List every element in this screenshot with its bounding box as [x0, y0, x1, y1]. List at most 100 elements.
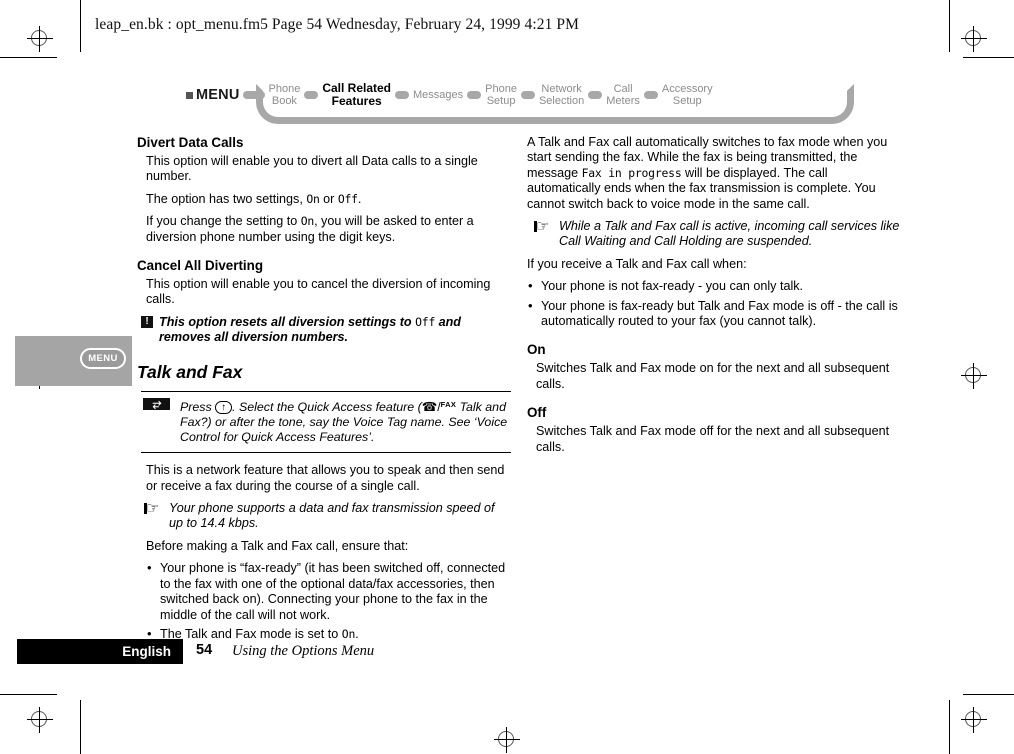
nav-connector-icon [520, 91, 535, 99]
talkfax-requirements-list: Your phone is “fax-ready” (it has been s… [137, 560, 511, 642]
right-text-column: A Talk and Fax call automatically switch… [527, 135, 901, 462]
menu-key-button[interactable]: MENU [80, 348, 126, 369]
nav-item-accessory-setup[interactable]: Accessory Setup [661, 83, 714, 108]
divert-p2-text-a: The option has two settings, [146, 191, 307, 206]
nav-item-phone-setup[interactable]: Phone Setup [484, 83, 518, 108]
lcd-value-fax-in-progress: Fax in progress [581, 165, 682, 180]
lcd-value-on: On [306, 191, 320, 206]
nav-item-phone-book[interactable]: Phone Book [268, 83, 302, 108]
lcd-value-off: Off [337, 191, 358, 206]
warning-note-cancel-diverting: ! This option resets all diversion setti… [137, 315, 511, 346]
list-item: Your phone is “fax-ready” (it has been s… [146, 560, 511, 623]
crop-mark-top-left-vertical [80, 0, 81, 52]
nav-item-call-related-line2: Features [331, 94, 382, 108]
nav-item-phone-setup-line1: Phone [485, 82, 517, 95]
nav-menu-root-label: MENU [186, 87, 240, 103]
heading-talk-and-fax: Talk and Fax [137, 361, 243, 382]
list-item-text: Your phone is “fax-ready” (it has been s… [160, 561, 506, 622]
crop-mark-top-right-vertical [949, 0, 950, 52]
note-incoming-call-services-text: While a Talk and Fax call is active, inc… [559, 219, 900, 249]
lcd-value-on: On [341, 626, 356, 641]
crop-mark-bottom-right-horizontal [963, 694, 1014, 695]
nav-item-network-selection[interactable]: Network Selection [538, 83, 585, 108]
cancel-paragraph-1: This option will enable you to cancel th… [146, 277, 491, 307]
side-margin-tab: MENU [15, 336, 132, 386]
receive-conditions-list: Your phone is not fax-ready - you can on… [527, 278, 901, 330]
registration-mark-middle-right [961, 363, 987, 389]
left-text-column: Divert Data Calls This option will enabl… [137, 135, 511, 648]
nav-item-network-selection-line2: Selection [538, 95, 585, 107]
crop-mark-bottom-left-vertical [80, 700, 81, 754]
divert-paragraph-2: The option has two settings, On or Off. [137, 192, 511, 207]
exclamation-warning-icon: ! [141, 315, 153, 328]
zigzag-lightning-icon: ⥂ [143, 397, 170, 410]
phone-handset-icon: ☎ [421, 399, 438, 414]
nav-item-accessory-setup-line2: Setup [672, 95, 702, 107]
nav-item-call-meters[interactable]: Call Meters [605, 83, 641, 108]
note-transmission-speed: ☞ Your phone supports a data and fax tra… [137, 501, 511, 532]
nav-item-accessory-setup-line1: Accessory [661, 82, 713, 95]
divert-paragraph-3: If you change the setting to On, you wil… [137, 214, 511, 245]
quick-access-inner: ⥂ Press ↑. Select the Quick Access featu… [141, 397, 511, 446]
nav-connector-icon [304, 91, 319, 99]
talkfax-paragraph-2: Before making a Talk and Fax call, ensur… [146, 538, 409, 553]
list-item-text: Your phone is not fax-ready - you can on… [541, 279, 804, 294]
right-paragraph-1: A Talk and Fax call automatically switch… [527, 135, 901, 212]
right-paragraph-2: If you receive a Talk and Fax call when: [527, 256, 747, 271]
divert-paragraph-1: This option will enable you to divert al… [146, 154, 478, 184]
divert-p2-text-c: . [357, 191, 362, 206]
nav-items: MENU Phone Book Call Related Features Me… [186, 78, 854, 112]
footer-section-title: Using the Options Menu [232, 643, 375, 659]
quick-access-voice-box: ⥂ Press ↑. Select the Quick Access featu… [141, 390, 511, 454]
registration-mark-bottom-right [961, 707, 987, 733]
list-item-text-a: The Talk and Fax mode is set to [160, 626, 342, 641]
up-arrow-keycap-icon: ↑ [215, 400, 233, 414]
qa-text-b: . Select the Quick Access feature ( [232, 399, 422, 414]
menu-navigation-bar: MENU Phone Book Call Related Features Me… [186, 78, 854, 126]
nav-item-network-selection-line1: Network [541, 82, 582, 95]
lcd-value-off: Off [415, 314, 436, 329]
footer-language-label: English [122, 644, 171, 659]
on-description: Switches Talk and Fax mode on for the ne… [536, 361, 890, 391]
nav-item-phone-book-line2: Book [271, 95, 297, 107]
list-item: Your phone is not fax-ready - you can on… [527, 278, 901, 294]
registration-mark-bottom-left [27, 707, 53, 733]
heading-off: Off [527, 405, 547, 421]
list-item: The Talk and Fax mode is set to On. [146, 626, 511, 642]
pointing-hand-icon: ☞ [534, 218, 550, 236]
registration-mark-bottom-center [494, 727, 520, 753]
qa-text-a: Press [180, 399, 216, 414]
off-description: Switches Talk and Fax mode off for the n… [536, 424, 890, 454]
nav-connector-icon [643, 91, 658, 99]
nav-item-phone-setup-line2: Setup [486, 95, 516, 107]
nav-connector-icon [588, 91, 603, 99]
nav-item-call-meters-line1: Call [613, 82, 633, 95]
heading-divert-data-calls: Divert Data Calls [137, 135, 244, 150]
crop-mark-top-right-horizontal [963, 57, 1014, 58]
divert-p3-text-a: If you change the setting to [146, 214, 301, 229]
square-bullet-icon [186, 91, 193, 99]
nav-item-messages[interactable]: Messages [412, 89, 464, 102]
footer-page-number: 54 [196, 642, 213, 658]
nav-item-call-related-line1: Call Related [322, 80, 392, 95]
nav-item-call-meters-line2: Meters [606, 95, 640, 107]
registration-mark-top-right [961, 26, 987, 52]
pointing-hand-icon: ☞ [144, 500, 160, 518]
crop-mark-top-left-horizontal [0, 57, 57, 58]
crop-mark-bottom-right-vertical [949, 700, 950, 754]
list-item: Your phone is fax-ready but Talk and Fax… [527, 298, 901, 330]
nav-connector-icon [242, 91, 265, 99]
nav-item-call-related-features[interactable]: Call Related Features [321, 80, 392, 109]
nav-menu-root-text: MENU [196, 87, 240, 103]
crop-mark-bottom-left-horizontal [0, 694, 57, 695]
note-incoming-call-services: ☞ While a Talk and Fax call is active, i… [527, 219, 901, 250]
nav-connector-icon [395, 91, 410, 99]
nav-connector-icon [467, 91, 482, 99]
list-item-text: Your phone is fax-ready but Talk and Fax… [541, 298, 898, 329]
talkfax-paragraph-1: This is a network feature that allows yo… [146, 463, 505, 493]
page-header-text: leap_en.bk : opt_menu.fm5 Page 54 Wednes… [95, 16, 580, 33]
divert-p2-text-b: or [319, 191, 338, 206]
lcd-value-on: On [300, 214, 315, 229]
nav-item-messages-line1: Messages [413, 88, 464, 101]
warning-text-a: This option resets all diversion setting… [159, 314, 416, 329]
